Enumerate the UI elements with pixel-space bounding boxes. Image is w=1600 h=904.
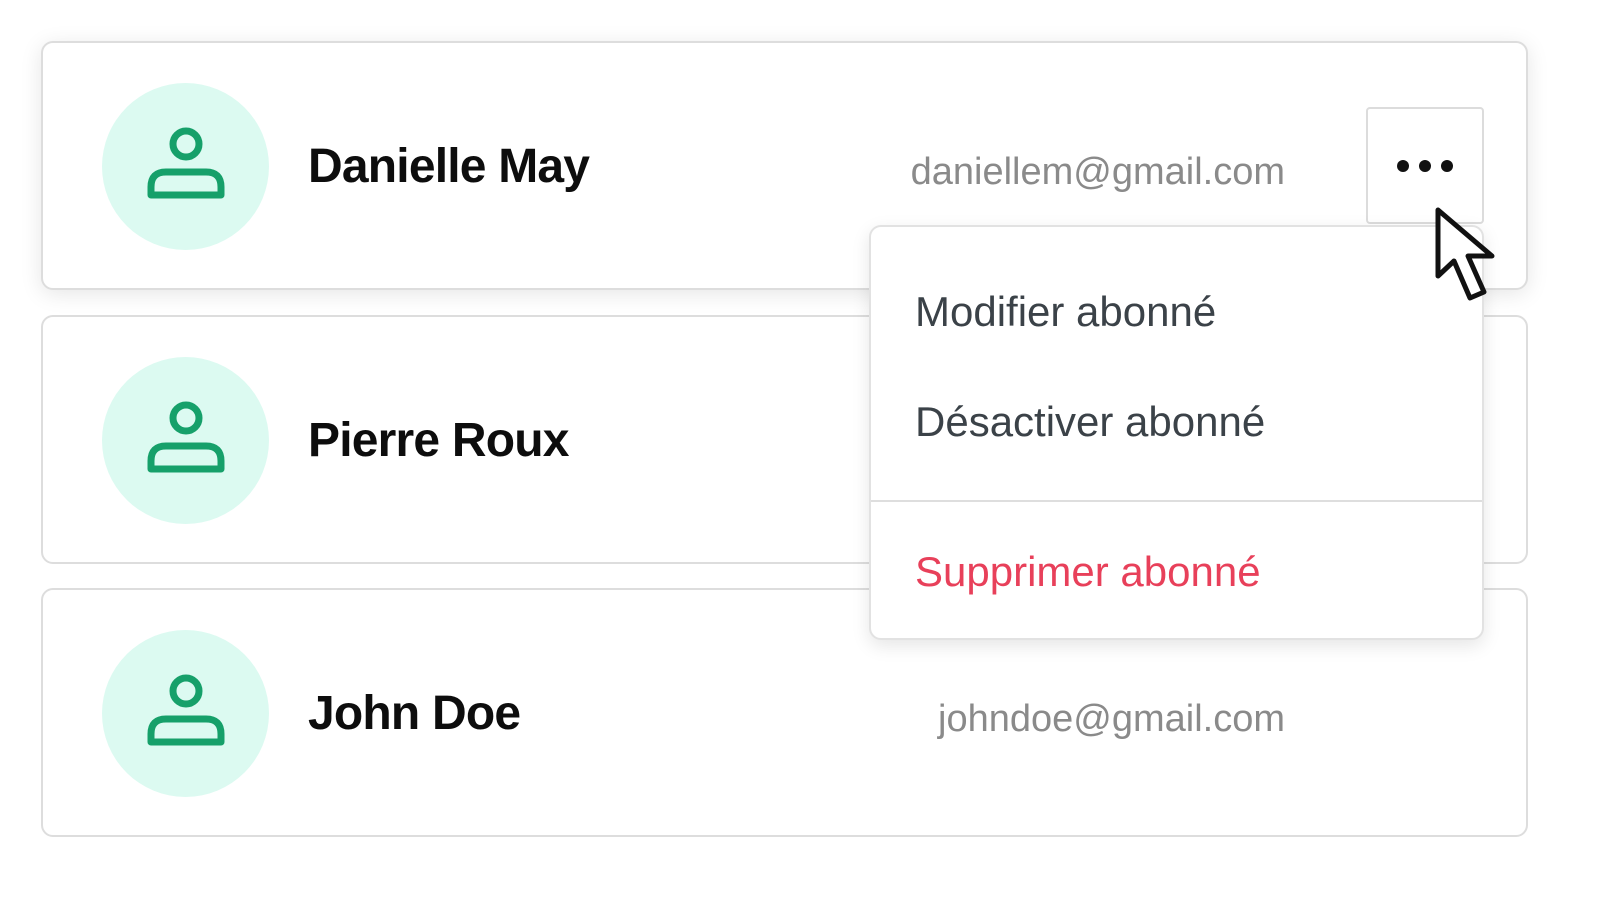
avatar [102,357,269,524]
subscriber-name: Pierre Roux [308,414,569,467]
menu-item-deactivate-subscriber[interactable]: Désactiver abonné [915,397,1265,447]
menu-item-edit-subscriber[interactable]: Modifier abonné [915,287,1216,337]
subscriber-email: johndoe@gmail.com [938,698,1285,740]
mouse-pointer-icon [1435,207,1495,301]
subscriber-email: daniellem@gmail.com [910,151,1285,193]
subscriber-actions-menu: Modifier abonné Désactiver abonné Suppri… [869,225,1484,640]
menu-item-delete-subscriber[interactable]: Supprimer abonné [915,547,1261,597]
subscriber-name: John Doe [308,687,521,740]
more-horizontal-icon [1397,159,1453,172]
user-icon [147,401,225,473]
user-icon [147,127,225,199]
avatar [102,83,269,250]
menu-divider [871,500,1482,502]
user-icon [147,674,225,746]
avatar [102,630,269,797]
subscriber-name: Danielle May [308,140,590,193]
